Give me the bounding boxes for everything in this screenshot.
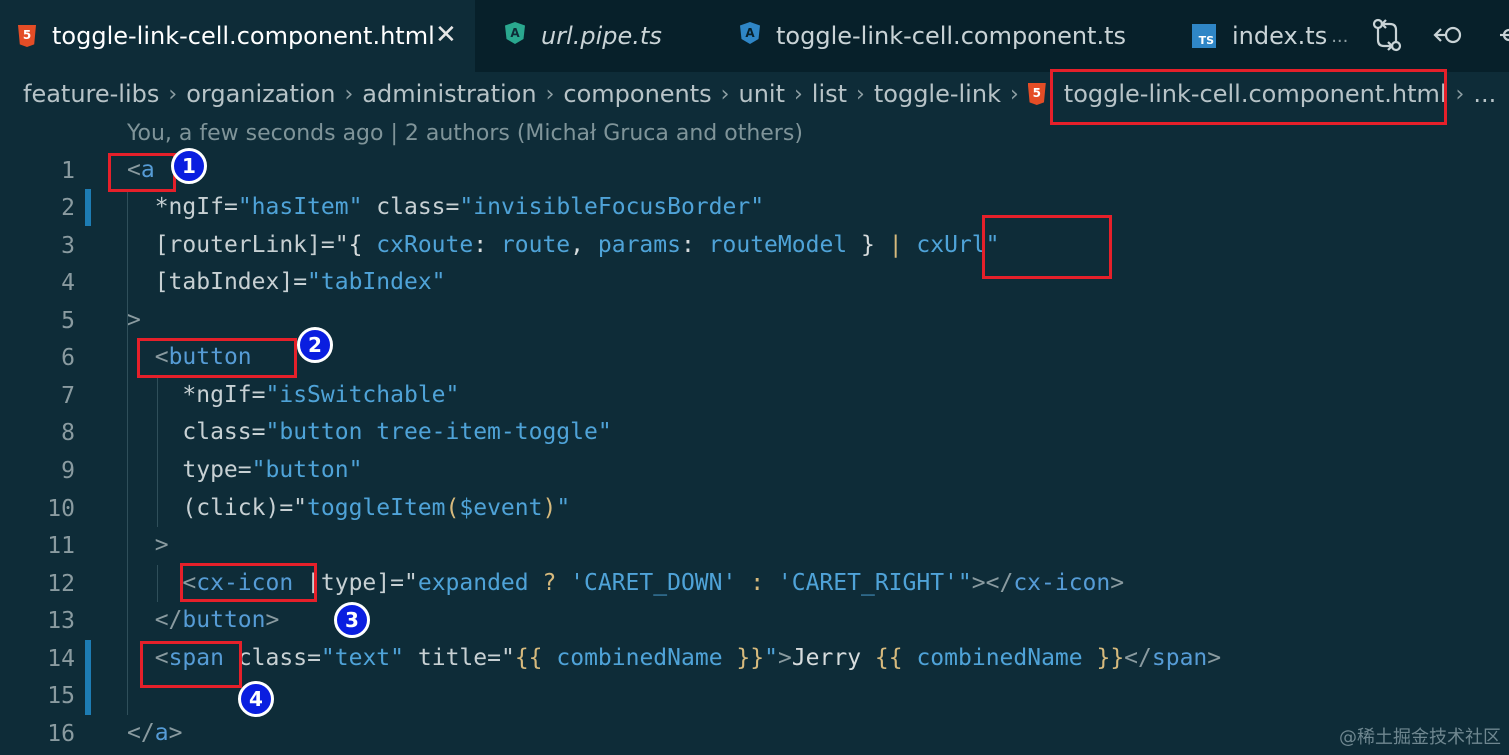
line-number: 14 [47, 646, 75, 672]
tab-index-ts[interactable]: TS index.ts ... [1167, 0, 1355, 72]
code-line[interactable]: 3 [routerLink]="{ cxRoute: route, params… [0, 227, 1509, 264]
tab-label: toggle-link-cell.component.ts [776, 22, 1127, 50]
breadcrumb-item[interactable]: toggle-link [874, 80, 1001, 108]
tab-url-pipe[interactable]: A url.pipe.ts [475, 0, 715, 72]
editor-tab-bar: toggle-link-cell.component.html ✕ A url.… [0, 0, 1509, 72]
tab-toggle-link-cell-ts[interactable]: A toggle-link-cell.component.ts [715, 0, 1167, 72]
close-tab-icon[interactable]: ✕ [435, 20, 457, 50]
line-number: 8 [61, 420, 75, 446]
chevron-right-icon: › [1009, 81, 1019, 107]
code-line[interactable]: 10 (click)="toggleItem($event)" [0, 490, 1509, 527]
tab-overflow: ... [1331, 25, 1349, 47]
line-number: 13 [47, 608, 75, 634]
line-number: 2 [61, 195, 75, 221]
line-number: 5 [61, 308, 75, 334]
html5-icon [18, 25, 36, 47]
go-back-icon[interactable] [1433, 22, 1467, 52]
chevron-right-icon: › [344, 81, 354, 107]
html5-icon [1027, 83, 1046, 105]
tab-label: index.ts [1232, 22, 1328, 50]
chevron-right-icon: › [856, 81, 865, 107]
codelens-blame[interactable]: You, a few seconds ago | 2 authors (Mich… [127, 121, 803, 146]
highlight-box-button-tag [137, 338, 297, 378]
tab-label: url.pipe.ts [541, 22, 662, 50]
angular-icon: A [505, 22, 525, 50]
chevron-right-icon: › [720, 81, 730, 107]
highlight-box-a-tag [108, 153, 176, 192]
typescript-icon: TS [1192, 24, 1216, 48]
breadcrumb-item[interactable]: components [563, 80, 711, 108]
svg-text:A: A [510, 26, 520, 40]
more-actions-icon[interactable] [1496, 22, 1509, 52]
code-line[interactable]: 2 *ngIf="hasItem" class="invisibleFocusB… [0, 189, 1509, 226]
code-line[interactable]: 13 </button> [0, 602, 1509, 639]
line-number: 9 [61, 458, 75, 484]
chevron-right-icon: › [168, 81, 178, 107]
source-control-compare-icon[interactable] [1372, 18, 1402, 56]
code-line[interactable]: 4 [tabIndex]="tabIndex" [0, 264, 1509, 301]
highlight-box-cxurl [982, 215, 1112, 279]
breadcrumb-item[interactable]: feature-libs [23, 80, 159, 108]
line-number: 6 [61, 345, 75, 371]
breadcrumb-item[interactable]: list [812, 80, 847, 108]
breadcrumb-item[interactable]: organization [186, 80, 335, 108]
breadcrumb-more[interactable]: ... [1473, 80, 1496, 108]
highlight-box-span-tag [140, 641, 242, 688]
line-number: 10 [47, 496, 75, 522]
chevron-right-icon: › [1455, 81, 1465, 107]
breadcrumb-item[interactable]: administration [362, 80, 536, 108]
line-number: 4 [61, 270, 75, 296]
chevron-right-icon: › [793, 81, 803, 107]
line-number: 15 [47, 683, 75, 709]
svg-text:A: A [745, 26, 755, 40]
line-number: 11 [47, 533, 75, 559]
tab-label: toggle-link-cell.component.html [52, 22, 435, 50]
code-line[interactable]: 5 > [0, 302, 1509, 339]
line-number: 1 [61, 158, 75, 184]
code-line[interactable]: 9 type="button" [0, 452, 1509, 489]
watermark: @稀土掘金技术社区 [1339, 727, 1501, 748]
line-number: 3 [61, 233, 75, 259]
line-number: 12 [47, 571, 75, 597]
code-line[interactable]: 16 </a> [0, 715, 1509, 752]
annotation-badge: 3 [334, 602, 370, 638]
chevron-right-icon: › [545, 81, 555, 107]
line-number: 7 [61, 383, 75, 409]
angular-icon: A [740, 22, 760, 50]
code-line[interactable]: 7 *ngIf="isSwitchable" [0, 377, 1509, 414]
annotation-badge: 4 [238, 681, 274, 717]
highlight-box-cx-icon-tag [180, 563, 317, 602]
line-number: 16 [47, 721, 75, 747]
highlight-box-filename [1050, 69, 1447, 125]
tab-toggle-link-cell-html[interactable]: toggle-link-cell.component.html [0, 0, 475, 72]
annotation-badge: 2 [297, 327, 333, 363]
code-line[interactable]: 11 > [0, 527, 1509, 564]
breadcrumb-item[interactable]: unit [738, 80, 785, 108]
code-line[interactable]: 1 <a [0, 152, 1509, 189]
code-line[interactable]: 8 class="button tree-item-toggle" [0, 414, 1509, 451]
annotation-badge: 1 [171, 148, 207, 184]
